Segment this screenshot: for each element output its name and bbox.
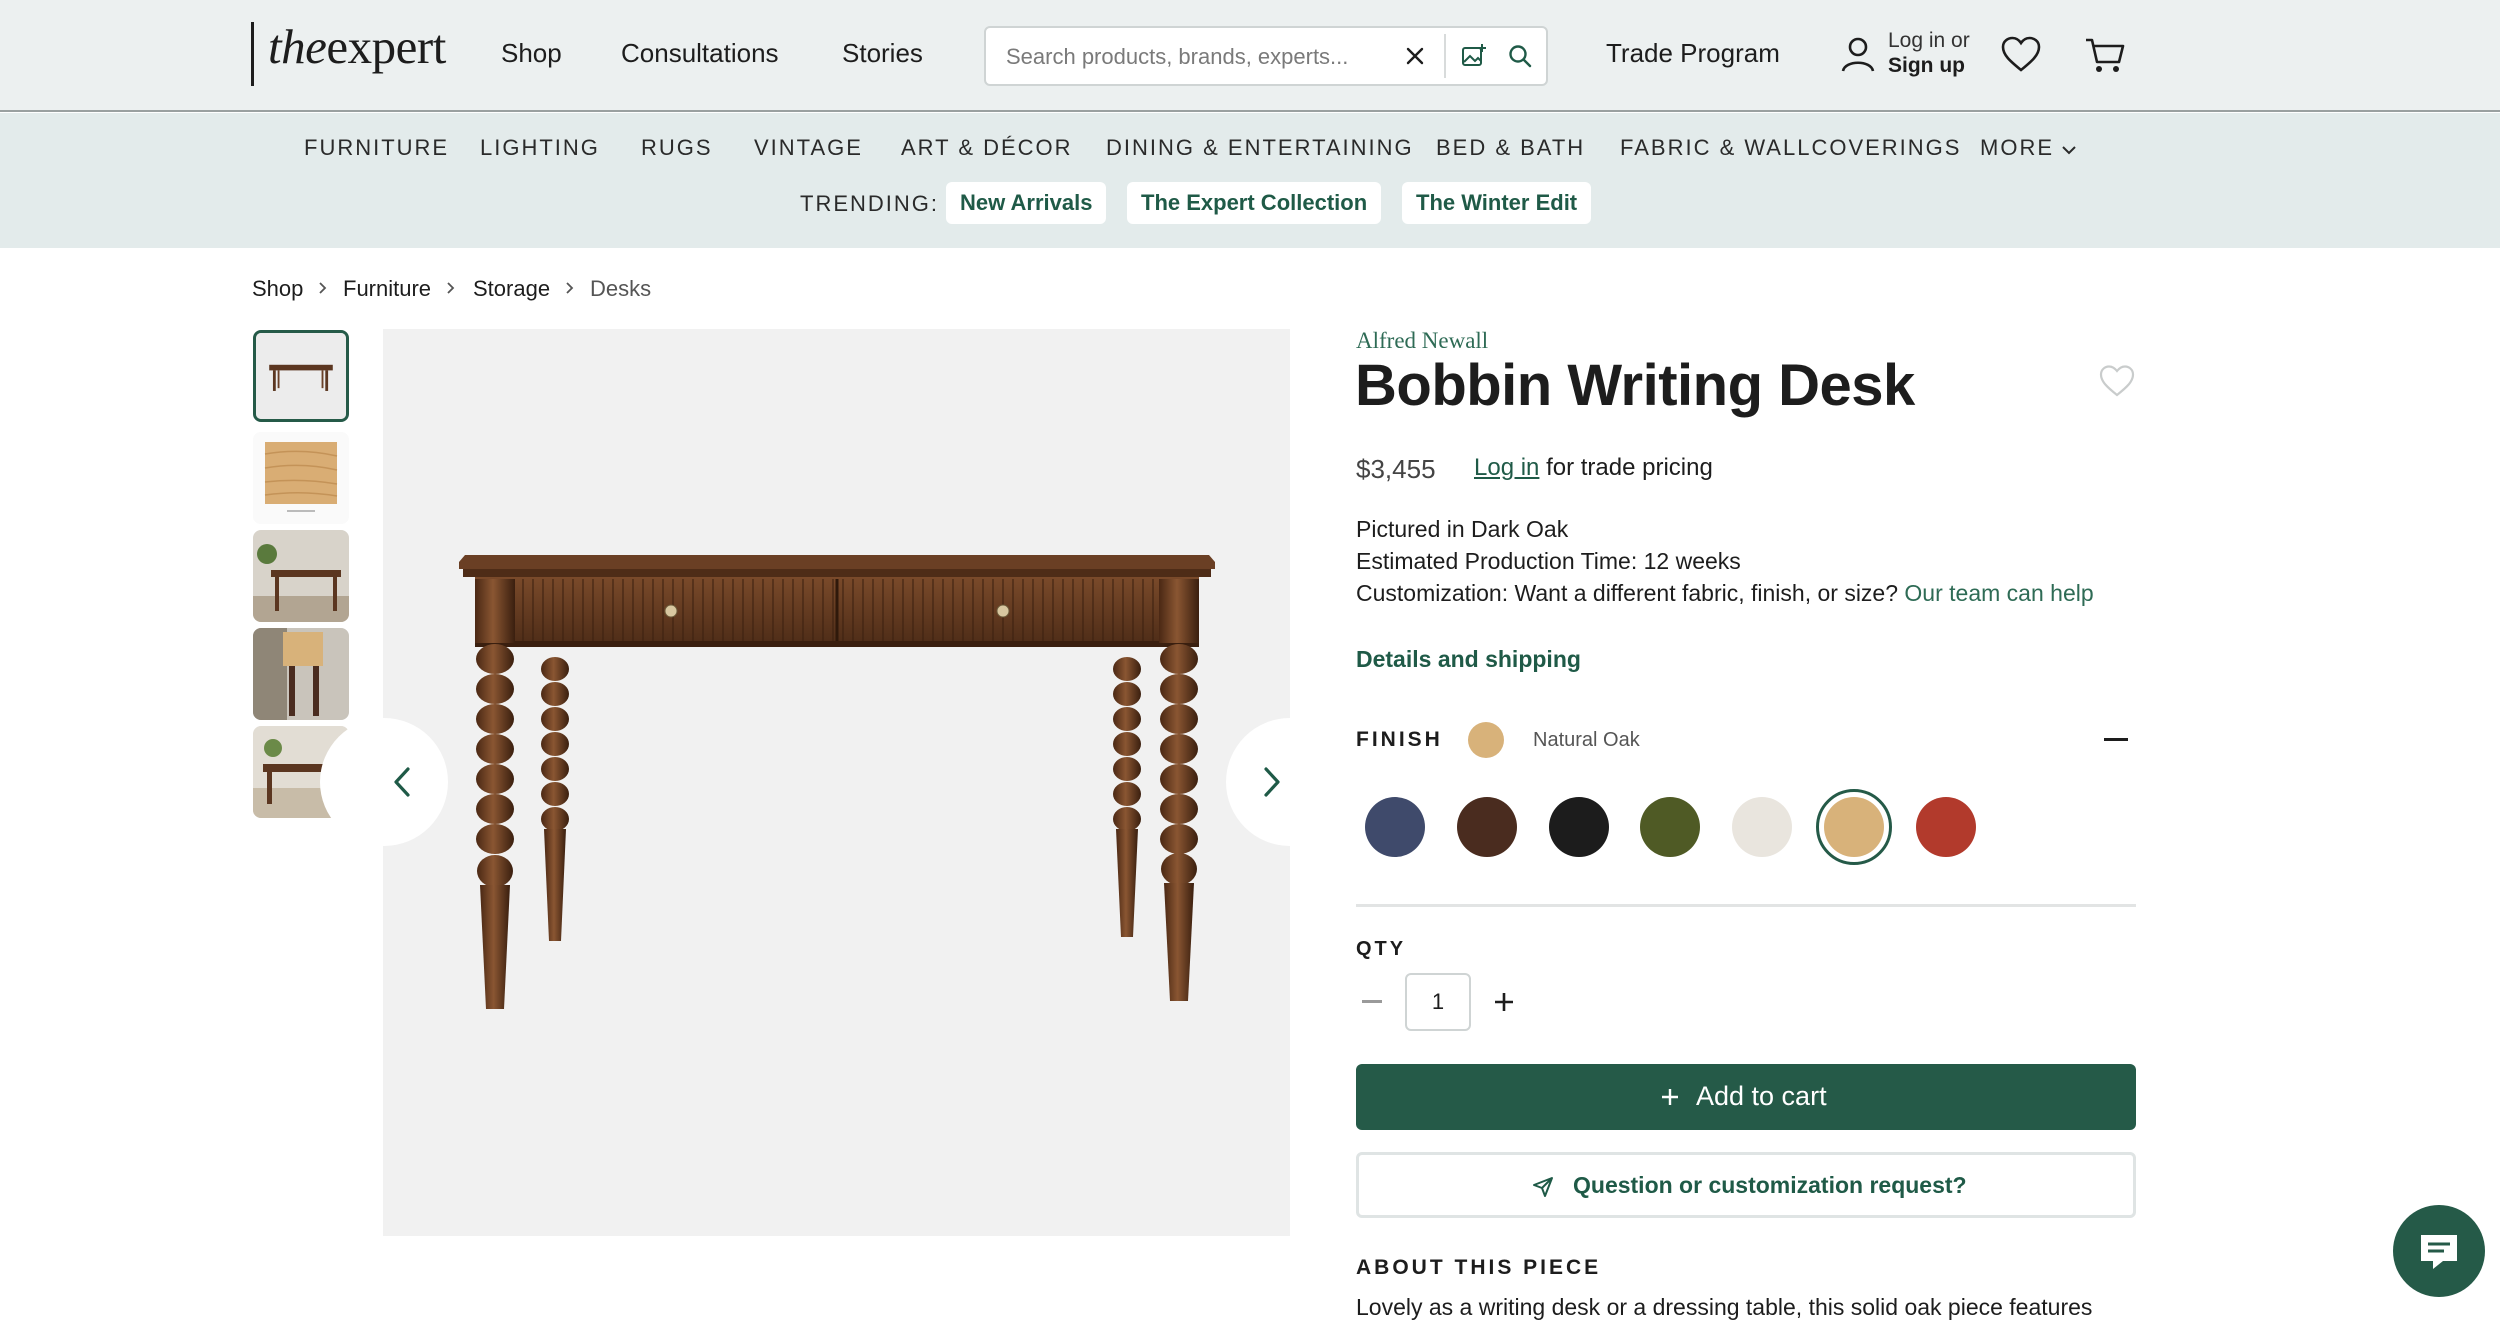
swatch-dark-oak[interactable] — [1457, 797, 1517, 857]
section-divider — [1356, 904, 2136, 907]
chevron-right-icon — [1264, 767, 1280, 797]
swatch-olive[interactable] — [1640, 797, 1700, 857]
next-image-button[interactable] — [1226, 718, 1354, 846]
chevron-right-icon — [566, 282, 574, 294]
qty-decrease-button[interactable] — [1362, 1000, 1382, 1003]
nav-stories[interactable]: Stories — [842, 38, 923, 69]
nav-shop[interactable]: Shop — [501, 38, 562, 69]
chevron-right-icon — [319, 282, 327, 294]
search-icon[interactable] — [1504, 40, 1536, 72]
category-fabric[interactable]: FABRIC & WALLCOVERINGS — [1620, 135, 1961, 161]
about-label: ABOUT THIS PIECE — [1356, 1256, 1602, 1279]
category-furniture[interactable]: FURNITURE — [304, 135, 449, 161]
category-art-decor[interactable]: ART & DÉCOR — [901, 135, 1073, 161]
selected-finish-name: Natural Oak — [1533, 729, 1640, 751]
favorite-heart-icon[interactable] — [2098, 362, 2136, 400]
product-title: Bobbin Writing Desk — [1355, 353, 1915, 418]
nav-consultations[interactable]: Consultations — [621, 38, 779, 69]
chevron-down-icon[interactable] — [2060, 141, 2078, 159]
swatch-black[interactable] — [1549, 797, 1609, 857]
category-bed-bath[interactable]: BED & BATH — [1436, 135, 1585, 161]
breadcrumb-shop[interactable]: Shop — [252, 276, 303, 302]
product-main-image — [383, 329, 1290, 1236]
trade-pricing-suffix: for trade pricing — [1546, 454, 1713, 481]
cart-icon[interactable] — [2084, 34, 2126, 76]
logo-expert: expert — [326, 19, 446, 74]
trending-expert-collection[interactable]: The Expert Collection — [1127, 182, 1382, 224]
pictured-finish: Pictured in Dark Oak — [1356, 516, 1569, 542]
chevron-right-icon — [447, 282, 455, 294]
clear-search-icon[interactable] — [1399, 40, 1431, 72]
trade-login-link[interactable]: Log in — [1474, 454, 1539, 481]
product-price: $3,455 — [1356, 454, 1436, 484]
plus-icon — [1662, 1089, 1678, 1105]
previous-image-button[interactable] — [320, 718, 448, 846]
brand-link[interactable]: Alfred Newall — [1356, 328, 1488, 354]
trending-winter-edit[interactable]: The Winter Edit — [1402, 182, 1592, 224]
customization-text: Customization: Want a different fabric, … — [1356, 580, 1899, 606]
trade-pricing-text: Log in for trade pricing — [1474, 454, 1713, 482]
qty-increase-button[interactable] — [1492, 990, 1516, 1014]
trending-new-arrivals[interactable]: New Arrivals — [946, 182, 1107, 224]
trending-label: TRENDING: — [800, 191, 939, 216]
breadcrumb-furniture[interactable]: Furniture — [343, 276, 431, 302]
swatch-natural-oak[interactable] — [1824, 797, 1884, 857]
site-logo[interactable]: theexpert — [268, 18, 446, 75]
breadcrumb-desks: Desks — [590, 276, 652, 301]
swatch-red[interactable] — [1916, 797, 1976, 857]
image-search-icon[interactable] — [1458, 40, 1490, 72]
logo-the: the — [268, 19, 327, 74]
question-request-button[interactable]: Question or customization request? — [1356, 1152, 2136, 1218]
thumbnail-2[interactable] — [253, 432, 349, 524]
swatch-white[interactable] — [1732, 797, 1792, 857]
thumbnail-4[interactable] — [253, 628, 349, 720]
search-placeholder: Search products, brands, experts... — [1006, 44, 1349, 69]
selected-finish-swatch — [1468, 722, 1504, 758]
desk-image — [459, 555, 1215, 1009]
search-input[interactable]: Search products, brands, experts... — [984, 26, 1548, 86]
chat-icon — [2421, 1235, 2457, 1269]
add-to-cart-label: Add to cart — [1696, 1081, 1827, 1111]
user-icon[interactable] — [1838, 34, 1878, 74]
category-dining[interactable]: DINING & ENTERTAINING — [1106, 135, 1414, 161]
category-bar: FURNITURE LIGHTING RUGS VINTAGE ART & DÉ… — [0, 113, 2500, 248]
login-label: Log in or — [1888, 29, 1970, 52]
trade-program-link[interactable]: Trade Program — [1606, 38, 1780, 69]
signup-label: Sign up — [1888, 54, 1965, 77]
qty-input[interactable]: 1 — [1405, 973, 1471, 1031]
chevron-left-icon — [394, 767, 410, 797]
category-lighting[interactable]: LIGHTING — [480, 135, 600, 161]
production-time: Estimated Production Time: 12 weeks — [1356, 548, 1741, 574]
wishlist-heart-icon[interactable] — [2000, 34, 2042, 76]
logo-divider — [251, 22, 254, 86]
thumbnail-3[interactable] — [253, 530, 349, 622]
category-vintage[interactable]: VINTAGE — [754, 135, 863, 161]
question-request-label: Question or customization request? — [1573, 1172, 1967, 1198]
about-text: Lovely as a writing desk or a dressing t… — [1356, 1294, 2093, 1320]
details-shipping-link[interactable]: Details and shipping — [1356, 646, 1581, 673]
swatch-navy[interactable] — [1365, 797, 1425, 857]
breadcrumb-storage[interactable]: Storage — [473, 276, 550, 302]
thumbnail-1[interactable] — [253, 330, 349, 422]
account-link[interactable]: Log in or Sign up — [1888, 28, 1970, 78]
finish-label: FINISH — [1356, 728, 1443, 751]
qty-label: QTY — [1356, 938, 1407, 960]
add-to-cart-button[interactable]: Add to cart — [1356, 1064, 2136, 1130]
search-divider — [1444, 34, 1446, 78]
chat-button[interactable] — [2393, 1205, 2485, 1297]
team-help-link[interactable]: Our team can help — [1904, 580, 2093, 606]
category-rugs[interactable]: RUGS — [641, 135, 713, 161]
customization-line: Customization: Want a different fabric, … — [1356, 580, 2094, 607]
top-header: theexpert Shop Consultations Stories Sea… — [0, 0, 2500, 112]
collapse-finish-button[interactable] — [2104, 738, 2128, 741]
category-more[interactable]: MORE — [1980, 135, 2054, 161]
send-icon — [1533, 1177, 1553, 1197]
